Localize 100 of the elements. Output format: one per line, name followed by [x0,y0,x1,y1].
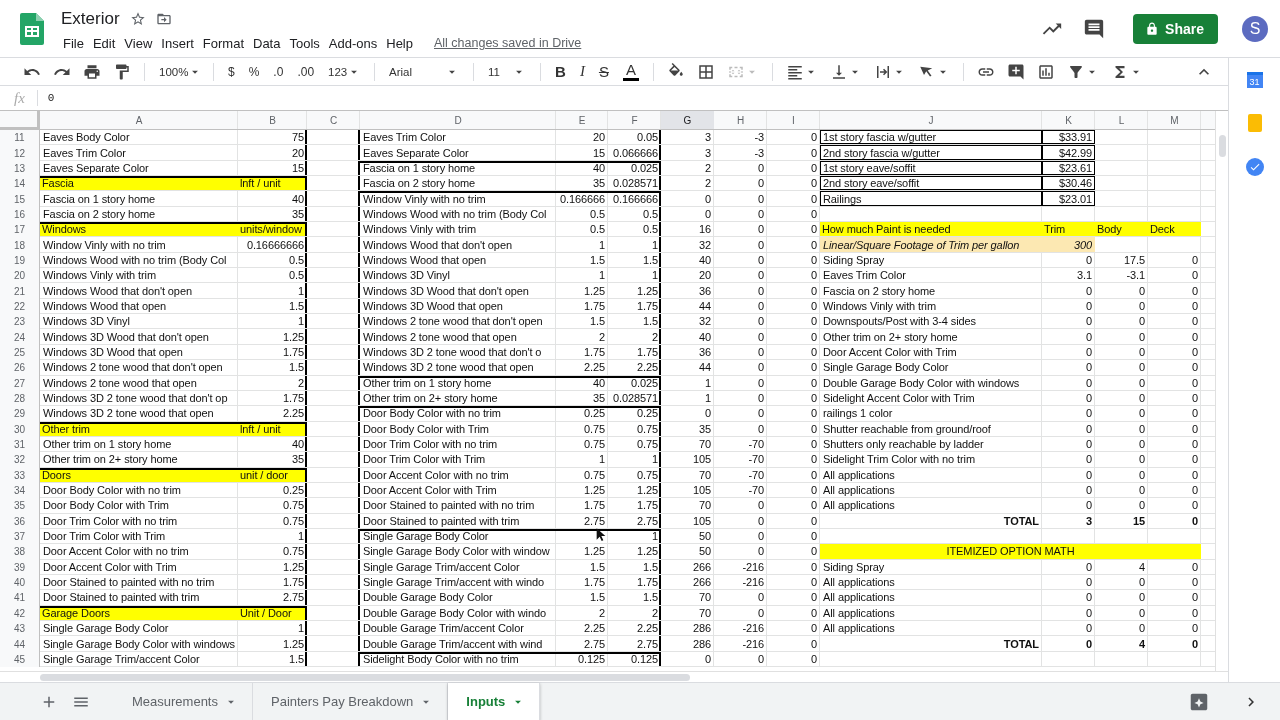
menu-item[interactable]: View [122,35,160,51]
table-cell-text: 2.75 [282,590,305,605]
italic-button[interactable]: I [575,60,589,83]
scroll-thumb[interactable] [1219,135,1226,157]
table-cell-text: Windows Wood that open [362,252,487,268]
row-number[interactable]: 20 [0,268,40,284]
row-number[interactable]: 26 [0,360,40,376]
increase-decimals-button[interactable]: .00 [293,60,319,83]
text-color-button[interactable]: A [618,59,643,84]
table-cell-text: 0.025 [629,375,659,390]
table-cell-text: Eaves Trim Color [822,268,907,283]
table-cell-text: Windows 2 tone wood that don't open [362,314,544,329]
menu-item[interactable]: Data [251,35,288,51]
folder-icon[interactable] [155,11,172,27]
column-header[interactable]: H [714,111,767,129]
column-header[interactable]: F [608,111,661,129]
column-header[interactable]: A [40,111,238,129]
row-number[interactable]: 14 [0,176,40,192]
decrease-decimals-button[interactable]: .0 [269,60,288,83]
table-cell-text: 0.166666 [611,191,659,206]
percent-button[interactable]: % [244,60,264,83]
table-cell-text: Door Accent Color with no trim [42,544,190,559]
print-icon[interactable] [83,62,101,81]
column-header[interactable]: D [360,111,556,129]
paint-format-icon[interactable] [113,62,131,81]
row-number[interactable]: 41 [0,590,40,606]
table-cell-text: Door Stained to painted with trim [362,513,521,528]
font-select[interactable]: Arial [385,60,464,83]
currency-button[interactable]: $ [224,60,239,83]
row-number[interactable]: 38 [0,544,40,560]
share-button[interactable]: Share [1133,13,1218,44]
row-number[interactable]: 32 [0,452,40,468]
sheets-logo[interactable] [20,12,44,45]
column-header[interactable]: J [820,111,1042,129]
row-number[interactable]: 15 [0,191,40,207]
row-number[interactable]: 23 [0,314,40,330]
row-number[interactable]: 11 [0,130,40,146]
table-cell-text: Double Garage Trim/accent with wind [362,636,544,651]
row-number[interactable]: 21 [0,283,40,299]
menu-item[interactable]: Help [384,35,420,51]
comment-icon[interactable] [1083,17,1106,40]
strikethrough-button[interactable]: S [594,60,613,83]
table-cell-text: 0 [756,283,765,298]
tasks-icon[interactable] [1245,158,1264,176]
row-number[interactable]: 18 [0,237,40,253]
table-cell-text: 1.5 [288,360,305,375]
column-header[interactable]: L [1095,111,1148,129]
menu-item[interactable]: File [61,35,91,51]
document-title[interactable]: Exterior [61,9,120,29]
avatar[interactable]: S [1242,15,1268,42]
table-cell-text: Single Garage Body Color [42,621,170,636]
star-icon[interactable] [129,11,146,27]
table-cell-text: 1.75 [636,498,659,513]
format-select[interactable]: 123 [324,60,365,83]
table-cell-text: 20 [697,268,712,283]
table-cell-text: 2.25 [583,360,606,375]
sheet-tab[interactable]: Inputs [448,682,541,720]
borders-icon[interactable] [696,62,715,81]
table-cell-text: 1.5 [288,298,305,314]
table-cell-text: 0 [809,421,818,436]
row-number[interactable]: 12 [0,145,40,161]
table-cell-text: 70 [697,467,712,482]
chart-icon[interactable] [1036,62,1055,81]
menu-item[interactable]: Edit [90,35,123,51]
add-comment-icon[interactable] [1006,62,1025,81]
scroll-thumb[interactable] [40,673,690,681]
menu-item[interactable]: Add-ons [326,35,385,51]
menu-item[interactable]: Tools [287,35,327,51]
table-cell-text: 1 [650,268,659,283]
table-cell-text: Windows 3D Wood that don't open [42,329,210,344]
row-number[interactable]: 29 [0,406,40,422]
calendar-icon[interactable]: 31 [1246,72,1263,88]
table-cell-text: 1.5 [642,314,659,329]
column-header[interactable]: G [661,111,714,129]
row-number[interactable]: 44 [0,636,40,652]
column-header[interactable]: C [307,111,360,129]
font-size-select[interactable]: 11 [484,60,531,83]
section-heading: Body [1095,222,1148,237]
zoom-select[interactable]: 100% [155,60,203,83]
bold-button[interactable]: B [551,60,570,83]
table-cell-text: 1.25 [636,544,659,559]
save-status-link[interactable]: All changes saved in Drive [434,36,582,50]
table-cell-text: 0 [1084,252,1093,268]
column-header[interactable]: I [767,111,820,129]
table-cell-text: 1.5 [642,559,659,574]
row-number[interactable]: 17 [0,222,40,238]
sheet-tab[interactable]: Measurements [114,682,253,720]
table-cell-text: 0 [1190,329,1199,344]
row-number[interactable]: 43 [0,621,40,637]
section-heading: Trim [1042,222,1095,237]
table-cell-text: 0 [756,206,765,222]
row-number[interactable]: 24 [0,329,40,345]
column-header[interactable]: M [1148,111,1201,129]
row-number[interactable]: 35 [0,498,40,514]
column-header[interactable]: E [556,111,608,129]
menu-item[interactable]: Format [200,35,251,51]
column-header[interactable]: K [1042,111,1095,129]
menu-item[interactable]: Insert [159,35,201,51]
column-header[interactable]: B [238,111,307,129]
formula-field[interactable]: 0 [47,92,55,104]
